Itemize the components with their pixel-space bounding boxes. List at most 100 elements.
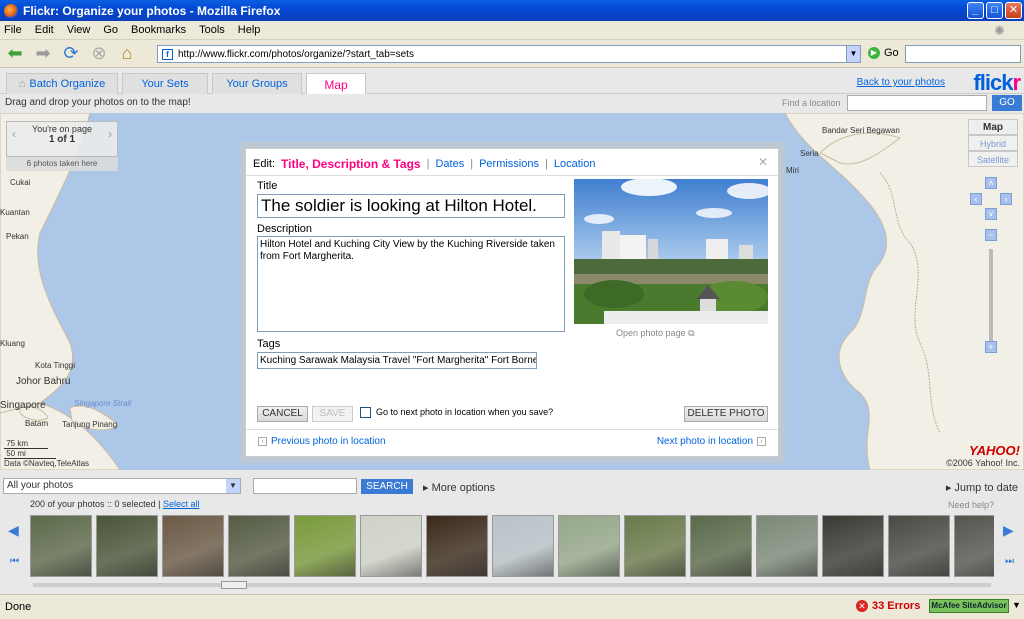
back-arrow-icon[interactable]: ⬅ xyxy=(4,43,26,65)
photo-search-input[interactable] xyxy=(253,478,357,494)
jump-to-date-toggle[interactable]: ▸ Jump to date xyxy=(946,481,1018,494)
tab-batch-organize[interactable]: ⌂ Batch Organize xyxy=(6,73,118,94)
open-photo-page-link[interactable]: Open photo page ⧉ xyxy=(616,328,695,339)
title-input[interactable]: The soldier is looking at Hilton Hotel. xyxy=(257,194,565,218)
photo-thumbnail[interactable] xyxy=(888,515,950,577)
map-copyright: YAHOO! ©2006 Yahoo! Inc. xyxy=(946,443,1020,468)
photo-counts: 200 of your photos :: 0 selected | Selec… xyxy=(30,499,200,509)
photo-thumbnail[interactable] xyxy=(228,515,290,577)
tab-permissions[interactable]: Permissions xyxy=(479,158,539,170)
prev-page-arrow-icon[interactable]: ‹ xyxy=(12,127,16,141)
yahoo-logo[interactable]: YAHOO! xyxy=(946,443,1020,458)
map-hint-bar: Drag and drop your photos on to the map!… xyxy=(0,94,1024,113)
mcafee-siteadvisor-badge[interactable]: McAfee SiteAdvisor xyxy=(929,599,1009,613)
photo-thumbnail[interactable] xyxy=(756,515,818,577)
search-button[interactable]: SEARCH xyxy=(361,479,413,494)
zoom-out-icon[interactable]: − xyxy=(985,229,997,241)
find-location-go-button[interactable]: GO xyxy=(992,95,1022,111)
tab-map[interactable]: Map xyxy=(306,73,366,95)
photo-thumbnail[interactable] xyxy=(624,515,686,577)
save-button[interactable]: SAVE xyxy=(312,406,353,422)
next-photo-link[interactable]: Next photo in location › xyxy=(657,436,770,447)
reload-icon[interactable]: ⟳ xyxy=(60,43,82,65)
description-textarea[interactable]: Hilton Hotel and Kuching City View by th… xyxy=(257,236,565,332)
address-dropdown-icon[interactable]: ▼ xyxy=(846,46,860,62)
flickr-logo[interactable]: flickr xyxy=(973,70,1021,96)
photo-thumbnail[interactable] xyxy=(294,515,356,577)
photo-thumbnail[interactable] xyxy=(690,515,752,577)
map-label-singapore: Singapore xyxy=(0,400,46,411)
photo-preview[interactable] xyxy=(574,179,768,324)
map-canvas[interactable]: Cukai Kuantan Pekan Kluang Kota Tinggi J… xyxy=(0,113,1024,470)
photo-thumbnail[interactable] xyxy=(162,515,224,577)
photo-filter-select[interactable]: All your photos ▼ xyxy=(3,478,241,494)
menu-view[interactable]: View xyxy=(67,24,91,36)
strip-last-icon[interactable]: ⏭ xyxy=(1005,556,1014,567)
map-type-selector: Map Hybrid Satellite xyxy=(968,119,1018,167)
tab-your-groups[interactable]: Your Groups xyxy=(212,73,302,94)
delete-photo-button[interactable]: DELETE PHOTO xyxy=(684,406,768,422)
zoom-slider[interactable] xyxy=(989,249,993,349)
map-type-hybrid[interactable]: Hybrid xyxy=(968,135,1018,151)
tab-location[interactable]: Location xyxy=(554,158,596,170)
menu-edit[interactable]: Edit xyxy=(35,24,54,36)
menu-file[interactable]: File xyxy=(4,24,22,36)
menu-go[interactable]: Go xyxy=(103,24,118,36)
back-to-photos-link[interactable]: Back to your photos xyxy=(857,77,945,88)
strip-next-arrow-icon[interactable]: ▶ xyxy=(1003,522,1014,539)
pan-right-icon[interactable]: › xyxy=(1000,193,1012,205)
tab-title-description-tags[interactable]: Title, Description & Tags xyxy=(281,157,421,171)
browser-search-input[interactable] xyxy=(905,45,1021,63)
stop-icon[interactable]: ⊗ xyxy=(88,43,110,65)
address-bar[interactable]: f http://www.flickr.com/photos/organize/… xyxy=(157,45,861,63)
strip-scrollbar[interactable] xyxy=(33,581,991,589)
strip-scroll-handle[interactable] xyxy=(221,581,247,589)
close-icon[interactable]: ✕ xyxy=(758,155,768,169)
photo-thumbnail[interactable] xyxy=(30,515,92,577)
previous-photo-link[interactable]: ‹ Previous photo in location xyxy=(254,436,386,447)
forward-arrow-icon[interactable]: ➡ xyxy=(32,43,54,65)
map-label-bandar-seri-begawan: Bandar Seri Begawan xyxy=(822,126,900,135)
photo-thumbnail[interactable] xyxy=(558,515,620,577)
photo-thumbnail[interactable] xyxy=(360,515,422,577)
pan-down-icon[interactable]: ˅ xyxy=(985,208,997,220)
cancel-button[interactable]: CANCEL xyxy=(257,406,308,422)
maximize-button[interactable]: □ xyxy=(986,2,1003,19)
home-icon[interactable]: ⌂ xyxy=(116,43,138,65)
go-button[interactable]: ▶ Go xyxy=(868,47,899,59)
map-label-tanjung-pinang: Tanjung Pinang xyxy=(62,420,118,429)
next-page-arrow-icon[interactable]: › xyxy=(108,127,112,141)
map-type-satellite[interactable]: Satellite xyxy=(968,151,1018,167)
zoom-in-icon[interactable]: + xyxy=(985,341,997,353)
strip-first-icon[interactable]: ⏮ xyxy=(10,556,19,567)
map-label-seria: Seria xyxy=(800,149,819,158)
menu-bookmarks[interactable]: Bookmarks xyxy=(131,24,186,36)
map-label-kota-tinggi: Kota Tinggi xyxy=(35,361,76,370)
menu-help[interactable]: Help xyxy=(238,24,261,36)
strip-prev-arrow-icon[interactable]: ◀ xyxy=(8,522,19,539)
photo-strip xyxy=(30,515,994,579)
photo-thumbnail[interactable] xyxy=(954,515,994,577)
map-label-cukai: Cukai xyxy=(10,178,31,187)
pan-up-icon[interactable]: ˄ xyxy=(985,177,997,189)
tags-input[interactable]: Kuching Sarawak Malaysia Travel "Fort Ma… xyxy=(257,352,537,369)
mcafee-dropdown-icon[interactable]: ▼ xyxy=(1012,600,1021,610)
map-type-map[interactable]: Map xyxy=(968,119,1018,135)
photo-thumbnail[interactable] xyxy=(96,515,158,577)
tab-your-sets[interactable]: Your Sets xyxy=(122,73,208,94)
tab-dates[interactable]: Dates xyxy=(435,158,464,170)
find-location-input[interactable] xyxy=(847,95,987,111)
photo-thumbnail[interactable] xyxy=(426,515,488,577)
menu-tools[interactable]: Tools xyxy=(199,24,225,36)
minimize-button[interactable]: _ xyxy=(967,2,984,19)
photo-thumbnail[interactable] xyxy=(492,515,554,577)
select-all-link[interactable]: Select all xyxy=(163,499,200,509)
more-options-toggle[interactable]: ▸ More options xyxy=(423,481,495,494)
close-window-button[interactable]: ✕ xyxy=(1005,2,1022,19)
map-label-johor-bahru: Johor Bahru xyxy=(16,376,71,387)
pan-left-icon[interactable]: ‹ xyxy=(970,193,982,205)
next-photo-checkbox[interactable] xyxy=(360,407,371,418)
error-count[interactable]: ✕ 33 Errors xyxy=(856,600,920,612)
need-help-link[interactable]: Need help? xyxy=(948,500,994,510)
photo-thumbnail[interactable] xyxy=(822,515,884,577)
